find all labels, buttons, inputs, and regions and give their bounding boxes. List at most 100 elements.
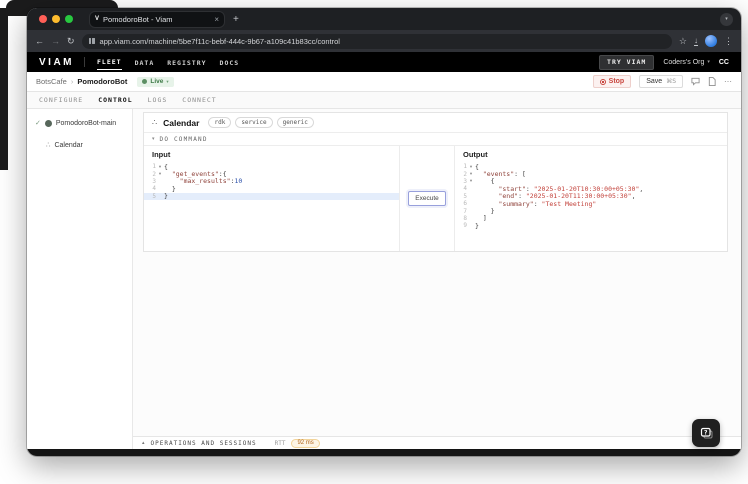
browser-profile-avatar[interactable]: [705, 35, 717, 47]
output-label: Output: [463, 150, 488, 159]
operations-label: OPERATIONS AND SESSIONS: [150, 439, 257, 447]
nav-item-registry[interactable]: REGISTRY: [167, 55, 206, 70]
card-badges: rdk service generic: [208, 117, 314, 128]
save-label: Save: [646, 78, 663, 85]
live-status-badge[interactable]: Live ▾: [137, 76, 174, 87]
breadcrumb-location[interactable]: BotsCafe: [36, 77, 67, 86]
url-text: app.viam.com/machine/5be7f11c-bebf-444c-…: [99, 36, 340, 46]
execute-button[interactable]: Execute: [408, 191, 446, 206]
tab-configure[interactable]: CONFIGURE: [39, 96, 83, 104]
viam-favicon: V: [95, 16, 100, 22]
tab-control[interactable]: CONTROL: [98, 96, 132, 104]
output-json-viewer: 1 ▾{2 ▾ "events": [3 ▾ {4 "start": "2025-01…: [455, 163, 727, 230]
machine-icon: [142, 79, 148, 84]
code-line: 9}: [463, 221, 479, 230]
chevron-down-icon: ▾: [707, 59, 710, 65]
comments-icon[interactable]: [691, 77, 700, 86]
bookmark-star-icon[interactable]: ☆: [679, 36, 687, 47]
live-label: Live: [150, 78, 164, 85]
nav-item-fleet[interactable]: FLEET: [97, 54, 122, 70]
machine-bar: BotsCafe › PomodoroBot Live ▾ Stop Save …: [27, 72, 741, 92]
machine-page-tabs: CONFIGURE CONTROL LOGS CONNECT: [27, 92, 741, 109]
org-switcher[interactable]: Coders's Org ▾: [663, 59, 710, 66]
help-widget-button[interactable]: ?: [692, 419, 720, 447]
service-icon: ∴: [152, 118, 158, 127]
save-shortcut: ⌘S: [666, 78, 676, 85]
code-line: 7 }: [463, 207, 495, 216]
execute-column: Execute: [399, 146, 455, 251]
save-button[interactable]: Save ⌘S: [639, 75, 683, 88]
breadcrumb-separator: ›: [70, 77, 74, 86]
code-line: 3 "max_results":10: [152, 177, 243, 186]
calendar-label: Calendar: [54, 141, 83, 149]
tab-title: PomodoroBot - Viam: [103, 14, 173, 24]
window-bottom-edge: [27, 449, 741, 456]
back-icon[interactable]: ←: [35, 36, 44, 46]
nav-item-data[interactable]: DATA: [135, 55, 155, 70]
viam-logo[interactable]: VIAM: [39, 57, 74, 68]
do-command-section-header[interactable]: ▾ DO COMMAND: [144, 133, 727, 146]
viam-top-nav: VIAM FLEET DATA REGISTRY DOCS TRY VIAM C…: [27, 52, 741, 72]
chevron-down-icon: ▾: [166, 78, 169, 84]
rtt-value-badge: 92 ms: [291, 438, 320, 448]
tab-logs[interactable]: LOGS: [148, 96, 168, 104]
org-name: Coders's Org: [663, 58, 705, 66]
card-title: Calendar: [163, 117, 200, 128]
svg-text:?: ?: [703, 429, 707, 436]
help-chat-icon: ?: [700, 427, 712, 438]
tab-close-icon[interactable]: ×: [214, 15, 219, 24]
downloads-icon[interactable]: ↓: [694, 36, 698, 46]
window-controls: [39, 15, 73, 23]
input-label: Input: [152, 150, 171, 159]
chevron-down-icon: ▾: [152, 136, 155, 142]
minimize-window-button[interactable]: [52, 15, 60, 23]
badge-rdk: rdk: [208, 117, 232, 128]
browser-menu-icon[interactable]: ⋮: [724, 36, 733, 47]
document-icon[interactable]: [708, 77, 716, 86]
parts-sidebar: ✓ PomodoroBot-main ∴ Calendar: [27, 109, 133, 449]
breadcrumb-machine[interactable]: PomodoroBot: [77, 77, 127, 86]
rtt-label: RTT: [274, 439, 286, 447]
nav-item-docs[interactable]: DOCS: [220, 55, 240, 70]
tab-connect[interactable]: CONNECT: [182, 96, 216, 104]
user-avatar[interactable]: CC: [719, 59, 729, 66]
try-viam-button[interactable]: TRY VIAM: [599, 54, 655, 70]
stop-label: Stop: [608, 78, 625, 85]
stop-icon: [599, 78, 606, 85]
do-command-label: DO COMMAND: [159, 135, 208, 143]
browser-tab-active[interactable]: V PomodoroBot - Viam ×: [89, 10, 225, 28]
code-line: 8 ]: [463, 214, 487, 223]
operations-sessions-bar[interactable]: ▴ OPERATIONS AND SESSIONS RTT 92 ms: [133, 436, 741, 449]
badge-service: service: [235, 117, 273, 128]
input-json-editor[interactable]: 1 ▾{2 ▾ "get_events":{3 "max_results":10 4 …: [144, 163, 399, 200]
close-window-button[interactable]: [39, 15, 47, 23]
browser-tabstrip: V PomodoroBot - Viam × + ▾: [27, 8, 741, 30]
browser-toolbar: ← → ↻ app.viam.com/machine/5be7f11c-bebf…: [27, 30, 741, 52]
site-info-icon[interactable]: [88, 38, 95, 44]
collapse-caret-icon: ▴: [142, 440, 145, 446]
sidebar-item-machine-part[interactable]: ✓ PomodoroBot-main: [27, 116, 132, 130]
service-icon: ∴: [46, 142, 51, 149]
code-line: 2 ▾ "events": [: [463, 170, 526, 179]
calendar-service-card: ∴ Calendar rdk service generic ▾ DO COMM…: [143, 112, 728, 252]
control-panel-main: ∴ Calendar rdk service generic ▾ DO COMM…: [133, 109, 741, 449]
stop-button[interactable]: Stop: [592, 75, 632, 88]
badge-generic: generic: [276, 117, 314, 128]
url-bar[interactable]: app.viam.com/machine/5be7f11c-bebf-444c-…: [81, 33, 672, 49]
output-pane: Output 1 ▾{2 ▾ "events": [3 ▾ {4 "start": "…: [455, 146, 727, 251]
more-options-icon[interactable]: ⋯: [724, 77, 732, 86]
browser-window: V PomodoroBot - Viam × + ▾ ← → ↻ app.via…: [27, 8, 741, 456]
code-line: 6 "summary": "Test Meeting": [463, 199, 597, 208]
tab-search-button[interactable]: ▾: [720, 12, 733, 26]
sidebar-item-calendar[interactable]: ∴ Calendar: [27, 138, 132, 152]
card-header[interactable]: ∴ Calendar rdk service generic: [144, 113, 727, 133]
machine-part-icon: [44, 119, 52, 127]
forward-icon[interactable]: →: [51, 36, 60, 46]
reload-icon[interactable]: ↻: [67, 36, 75, 47]
code-line: 5}: [144, 192, 399, 200]
background-window-edge-left: [0, 8, 8, 170]
new-tab-button[interactable]: +: [233, 14, 239, 25]
maximize-window-button[interactable]: [65, 15, 73, 23]
code-line: 4 }: [152, 184, 176, 193]
nav-divider: [84, 57, 85, 67]
